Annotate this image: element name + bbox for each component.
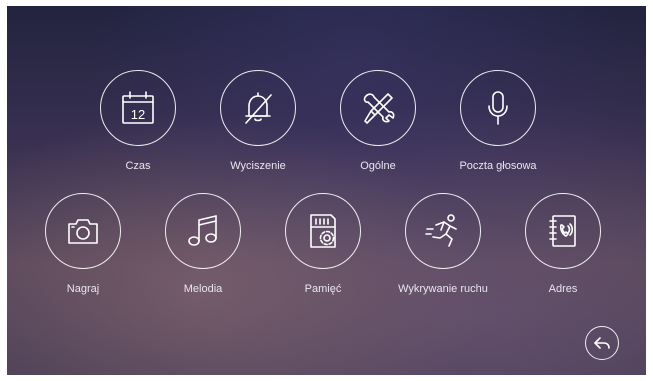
address-book-icon xyxy=(549,215,576,247)
wyciszenie-label: Wyciszenie xyxy=(230,160,286,172)
music-note-icon xyxy=(188,215,217,246)
czas-label: Czas xyxy=(125,160,151,172)
camera-icon xyxy=(68,219,98,244)
calendar-icon: 12 xyxy=(122,91,154,124)
menu-item-poczta-glosowa[interactable]: Poczta głosowa xyxy=(438,70,558,173)
menu-item-melodia[interactable]: Melodia xyxy=(143,193,263,296)
adres-button[interactable] xyxy=(525,193,601,269)
czas-button[interactable]: 12 xyxy=(100,70,176,146)
melodia-button[interactable] xyxy=(165,193,241,269)
menu-item-adres[interactable]: Adres xyxy=(503,193,623,296)
running-person-icon xyxy=(425,214,457,247)
nagraj-button[interactable] xyxy=(45,193,121,269)
bell-off-icon xyxy=(245,92,272,124)
menu-item-wykrywanie-ruchu[interactable]: Wykrywanie ruchu xyxy=(383,193,503,296)
poczta-glosowa-button[interactable] xyxy=(460,70,536,146)
calendar-day: 12 xyxy=(131,107,145,122)
menu-item-czas[interactable]: 12 Czas xyxy=(78,70,198,173)
menu-item-pamiec[interactable]: Pamięć xyxy=(263,193,383,296)
ogolne-button[interactable] xyxy=(340,70,416,146)
melodia-label: Melodia xyxy=(183,283,223,295)
back-button[interactable] xyxy=(585,326,619,360)
settings-screen: 12 Czas Wyciszenie Ogólne Poczta głosowa… xyxy=(7,6,646,375)
ogolne-label: Ogólne xyxy=(360,160,396,172)
pamiec-label: Pamięć xyxy=(304,283,342,295)
adres-label: Adres xyxy=(548,283,578,295)
back-arrow-icon xyxy=(594,337,610,349)
wykrywanie-ruchu-label: Wykrywanie ruchu xyxy=(398,283,488,295)
poczta-glosowa-label: Poczta głosowa xyxy=(459,160,537,172)
nagraj-label: Nagraj xyxy=(66,283,100,295)
wykrywanie-ruchu-button[interactable] xyxy=(405,193,481,269)
menu-item-wyciszenie[interactable]: Wyciszenie xyxy=(198,70,318,173)
microphone-icon xyxy=(488,91,508,125)
menu-item-ogolne[interactable]: Ogólne xyxy=(318,70,438,173)
sd-card-settings-icon xyxy=(310,214,336,248)
menu-item-nagraj[interactable]: Nagraj xyxy=(23,193,143,296)
pamiec-button[interactable] xyxy=(285,193,361,269)
tools-icon xyxy=(363,93,395,124)
wyciszenie-button[interactable] xyxy=(220,70,296,146)
